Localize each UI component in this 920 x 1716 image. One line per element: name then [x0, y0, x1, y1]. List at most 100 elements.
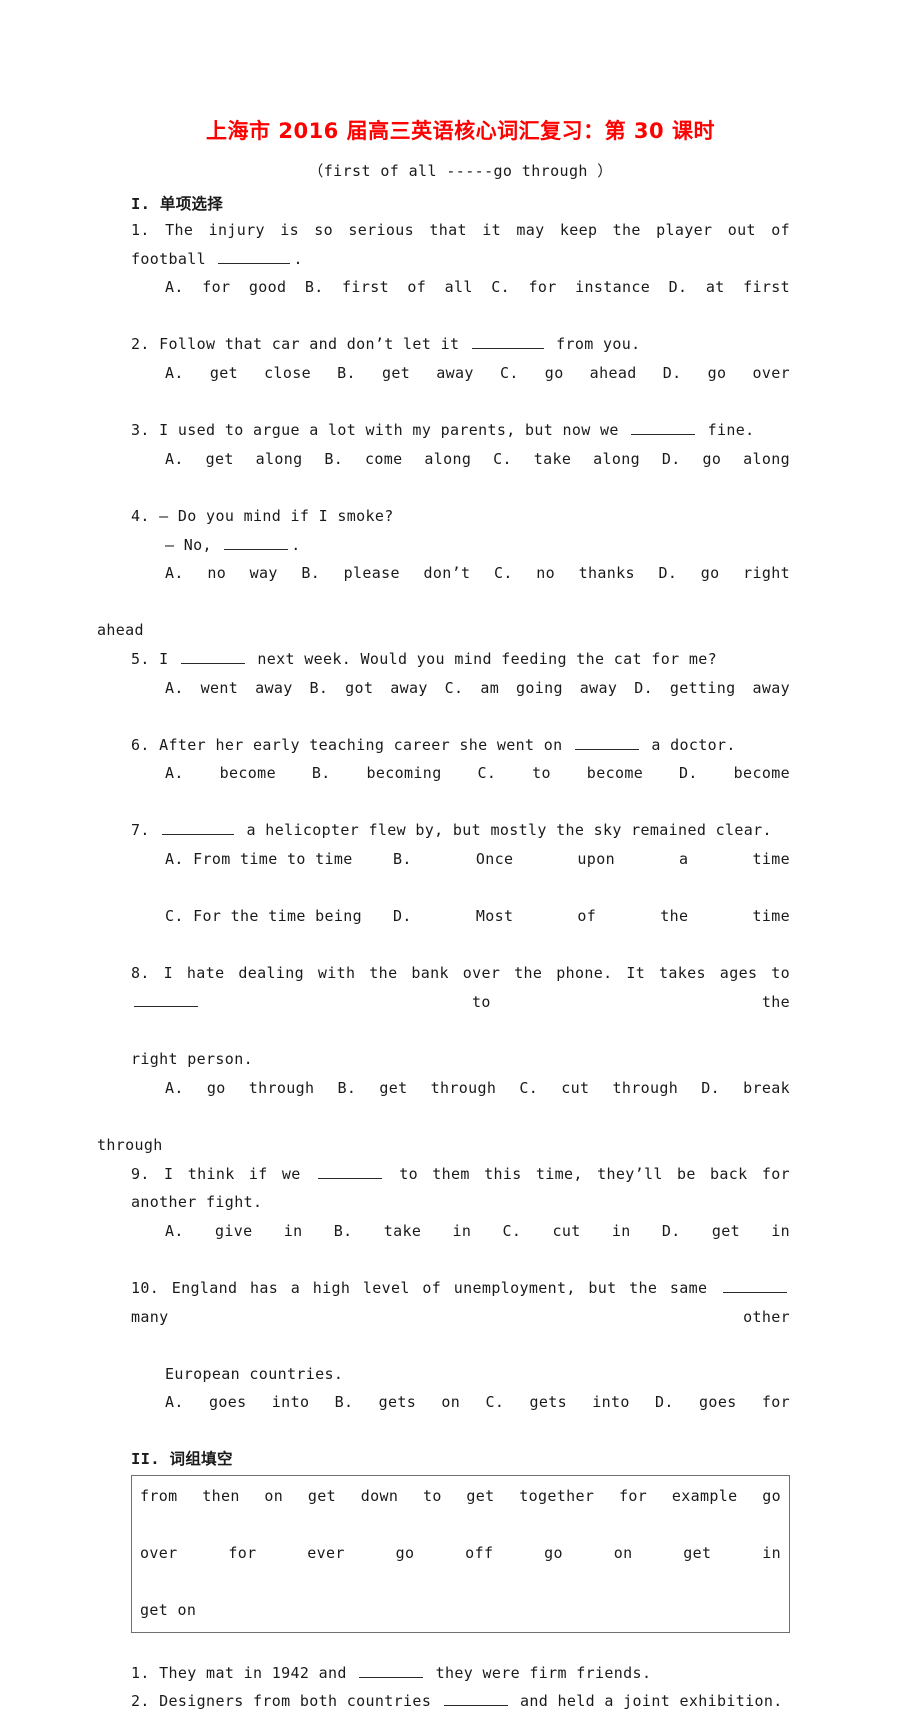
option-a[interactable]: A. went away: [165, 679, 293, 697]
question-options: A. no way B. please don’t C. no thanks D…: [131, 559, 790, 616]
word-bank-item[interactable]: go on: [544, 1544, 632, 1562]
option-c[interactable]: C. no thanks: [494, 564, 635, 582]
option-c[interactable]: C. cut in: [503, 1222, 631, 1240]
stem-text: Follow that car and don’t let it: [159, 335, 460, 354]
options-overflow: through: [97, 1136, 163, 1154]
word-bank-item[interactable]: over: [140, 1544, 178, 1562]
options-row-1: A. From time to time B. Once upon a time: [165, 845, 790, 902]
word-bank-item[interactable]: get together: [466, 1487, 594, 1505]
answer-blank[interactable]: [162, 821, 235, 836]
word-bank-item[interactable]: get on: [140, 1601, 196, 1619]
answer-blank[interactable]: [443, 1691, 508, 1707]
option-b[interactable]: B. got away: [310, 679, 428, 697]
question-4: 4. — Do you mind if I smoke? — No, . A. …: [97, 502, 790, 645]
option-b[interactable]: B. take in: [334, 1222, 472, 1240]
option-c[interactable]: C. take along: [493, 450, 640, 468]
option-c[interactable]: C. For the time being: [165, 902, 393, 931]
stem-text: After her early teaching career she went…: [159, 735, 563, 754]
option-a[interactable]: A. goes into: [165, 1393, 309, 1411]
word-bank-item[interactable]: go off: [396, 1544, 494, 1562]
option-d[interactable]: D. Most of the time: [393, 907, 790, 925]
option-a[interactable]: A. get along: [165, 450, 303, 468]
answer-blank[interactable]: [574, 735, 639, 750]
answer-blank[interactable]: [359, 1663, 424, 1678]
options-row: A. become B. becoming C. to become D. be…: [165, 759, 790, 816]
answer-blank[interactable]: [722, 1278, 787, 1293]
option-c[interactable]: C. for instance: [491, 278, 650, 296]
option-d[interactable]: D. become: [679, 764, 790, 782]
question-number: 4.: [131, 506, 150, 525]
option-c[interactable]: C. am going away: [445, 679, 618, 697]
options-row: A. goes into B. gets on C. gets into D. …: [165, 1388, 790, 1445]
option-c[interactable]: C. to become: [477, 764, 643, 782]
option-a[interactable]: A. go through: [165, 1079, 314, 1097]
option-a[interactable]: A. give in: [165, 1222, 303, 1240]
option-b[interactable]: B. get through: [338, 1079, 497, 1097]
question-options: A. become B. becoming C. to become D. be…: [131, 759, 790, 816]
question-number: 3.: [131, 421, 150, 440]
options-row-2: C. For the time being D. Most of the time: [165, 902, 790, 959]
option-d[interactable]: D. at first: [669, 278, 790, 296]
options-row: A. for good B. first of all C. for insta…: [165, 273, 790, 330]
word-bank-item[interactable]: for example: [619, 1487, 738, 1505]
answer-blank[interactable]: [218, 249, 291, 264]
page-subtitle: （first of all -----go through ）: [308, 162, 613, 180]
option-d[interactable]: D. getting away: [634, 679, 790, 697]
question-number: 1.: [131, 1663, 150, 1682]
word-bank-item[interactable]: go: [762, 1487, 781, 1505]
question-stem: 6. After her early teaching career she w…: [131, 731, 790, 760]
answer-blank[interactable]: [317, 1164, 382, 1179]
word-bank-item[interactable]: get down to: [308, 1487, 442, 1505]
option-a[interactable]: A. get close: [165, 364, 311, 382]
option-a[interactable]: A. From time to time: [165, 845, 393, 874]
option-c[interactable]: C. gets into: [485, 1393, 629, 1411]
question-5: 5. I next week. Would you mind feeding t…: [131, 645, 790, 731]
word-bank-row: over for ever go off go on get in: [140, 1539, 781, 1596]
option-a[interactable]: A. no way: [165, 564, 278, 582]
option-d[interactable]: D. go over: [663, 364, 790, 382]
option-b[interactable]: B. Once upon a time: [393, 850, 790, 868]
answer-blank[interactable]: [631, 420, 696, 436]
option-c[interactable]: C. cut through: [519, 1079, 678, 1097]
stem-text-tail: a helicopter flew by, but mostly the sky…: [246, 821, 772, 840]
option-b[interactable]: B. first of all: [305, 278, 473, 296]
word-bank-item[interactable]: from then on: [140, 1487, 283, 1505]
option-d[interactable]: D. get in: [662, 1222, 790, 1240]
stem-text-tail: fine.: [707, 421, 755, 440]
question-options: A. for good B. first of all C. for insta…: [131, 273, 790, 330]
word-bank-item[interactable]: for ever: [228, 1544, 344, 1562]
page-title: 上海市 2016 届高三英语核心词汇复习：第 30 课时: [206, 119, 715, 143]
word-bank-row: from then on get down to get together fo…: [140, 1482, 781, 1539]
option-a[interactable]: A. become: [165, 764, 276, 782]
option-d[interactable]: D. go along: [662, 450, 790, 468]
option-b[interactable]: B. gets on: [335, 1393, 461, 1411]
question-stem: 7. a helicopter flew by, but mostly the …: [131, 816, 790, 845]
answer-blank[interactable]: [224, 535, 289, 550]
options-row: A. went away B. got away C. am going awa…: [165, 674, 790, 731]
word-bank-item[interactable]: get in: [683, 1544, 781, 1562]
option-b[interactable]: B. please don’t: [301, 564, 470, 582]
stem-text: I used to argue a lot with my parents, b…: [159, 421, 619, 440]
options-row: A. get along B. come along C. take along…: [165, 445, 790, 502]
option-b[interactable]: B. get away: [337, 364, 474, 382]
stem-text-tail: .: [293, 249, 303, 268]
option-c[interactable]: C. go ahead: [500, 364, 637, 382]
answer-blank[interactable]: [180, 649, 245, 664]
question-number: 1.: [131, 221, 150, 239]
option-a[interactable]: A. for good: [165, 278, 286, 296]
option-b[interactable]: B. come along: [324, 450, 471, 468]
fill-question-1: 1. They mat in 1942 and they were firm f…: [131, 1659, 790, 1688]
section-label: 词组填空: [169, 1449, 233, 1468]
option-d[interactable]: D. go right: [658, 564, 790, 582]
stem-text-tail: many other: [131, 1307, 790, 1326]
stem-text-tail: they were firm friends.: [435, 1663, 652, 1682]
answer-blank[interactable]: [471, 335, 544, 350]
stem-text: I hate dealing with the bank over the ph…: [163, 964, 790, 983]
option-d[interactable]: D. goes for: [655, 1393, 790, 1411]
stem-text: They mat in 1942 and: [159, 1663, 347, 1682]
options-row: A. get close B. get away C. go ahead D. …: [165, 359, 790, 416]
option-d[interactable]: D. break: [701, 1079, 790, 1097]
option-b[interactable]: B. becoming: [312, 764, 442, 782]
answer-blank[interactable]: [134, 992, 198, 1008]
